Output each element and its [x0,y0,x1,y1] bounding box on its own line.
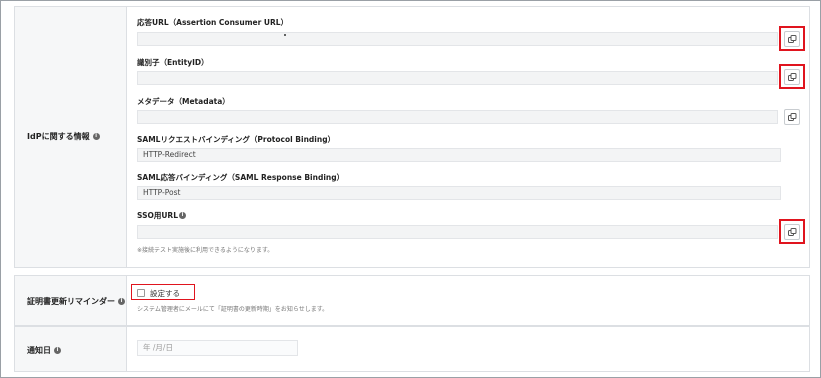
info-icon[interactable]: i [54,347,61,354]
info-icon[interactable]: i [92,133,100,140]
entity-id-field[interactable] [137,71,778,85]
notify-date-section: 通知日 i [14,326,810,372]
sso-url-label-text: SSO用URL [137,211,178,220]
highlight-copy-entity [779,64,805,89]
acs-url-field[interactable] [137,32,778,46]
response-binding-label: SAML応答バインディング（SAML Response Binding） [137,173,345,182]
protocol-binding-label: SAMLリクエストバインディング（Protocol Binding） [137,135,336,144]
sso-url-field[interactable] [137,225,778,239]
copy-icon [788,113,797,121]
notify-section-title: 通知日 [27,346,51,355]
idp-section-label: IdPに関する情報 i [27,131,100,142]
highlight-copy-acs [779,26,805,51]
reminder-section-label: 証明書更新リマインダー i [27,296,125,307]
reminder-section: 証明書更新リマインダー i [14,275,810,326]
reminder-description: システム管理者にメールにて「証明書の更新時期」をお知らせします。 [137,306,329,313]
protocol-binding-field[interactable]: HTTP-Redirect [137,148,781,162]
acs-url-label: 応答URL（Assertion Consumer URL） [137,18,289,27]
cursor-mark [284,34,286,36]
response-binding-field[interactable]: HTTP-Post [137,186,781,200]
highlight-reminder [131,284,195,300]
idp-section-title: IdPに関する情報 [27,132,90,141]
metadata-field[interactable] [137,110,778,124]
sso-note: ※接続テスト実施後に利用できるようになります。 [137,247,274,254]
notify-section-label: 通知日 i [27,345,61,356]
entity-id-label: 識別子（EntityID） [137,58,209,67]
metadata-label: メタデータ（Metadata） [137,97,230,106]
notify-date-input[interactable]: 年 /月/日 [137,340,298,356]
copy-metadata-button[interactable] [784,109,800,125]
sso-url-label: SSO用URL i [137,210,186,221]
highlight-copy-sso [779,219,805,244]
info-icon[interactable]: i [118,298,125,305]
reminder-section-title: 証明書更新リマインダー [27,297,115,306]
info-icon[interactable]: i [179,212,186,219]
